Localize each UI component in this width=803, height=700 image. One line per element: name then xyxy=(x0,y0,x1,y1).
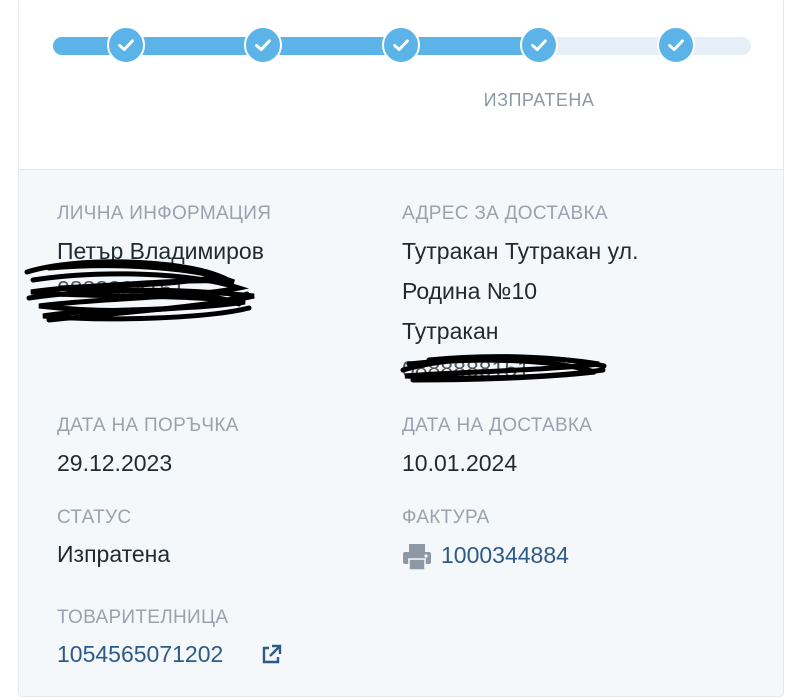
printer-icon[interactable] xyxy=(402,543,432,571)
delivery-date-value: 10.01.2024 xyxy=(402,450,518,476)
waybill-link[interactable]: 1054565071202 xyxy=(57,641,223,668)
step-4-done-icon xyxy=(520,26,558,64)
address-line-1: Тутракан Тутракан ул. xyxy=(402,238,639,264)
redaction-scribble xyxy=(400,354,607,383)
status-label: СТАТУС xyxy=(57,507,132,528)
step-5-done-icon xyxy=(657,26,695,64)
order-progress: ИЗПРАТЕНА xyxy=(19,0,783,169)
invoice-label: ФАКТУРА xyxy=(402,507,490,528)
current-step-label: ИЗПРАТЕНА xyxy=(483,90,595,110)
redaction-scribble xyxy=(24,259,255,323)
order-date-value: 29.12.2023 xyxy=(57,450,173,476)
waybill-label: ТОВАРИТЕЛНИЦА xyxy=(57,607,229,628)
order-info-panel: ЛИЧНА ИНФОРМАЦИЯ Петър Владимиров 088888… xyxy=(19,170,783,696)
order-date-label: ДАТА НА ПОРЪЧКА xyxy=(57,415,239,436)
external-link-icon[interactable] xyxy=(260,644,282,666)
invoice-link[interactable]: 1000344884 xyxy=(441,542,569,569)
personal-info-label: ЛИЧНА ИНФОРМАЦИЯ xyxy=(57,203,272,224)
step-1-done-icon xyxy=(107,26,145,64)
step-3-done-icon xyxy=(382,26,420,64)
address-line-2: Родина №10 xyxy=(402,278,538,304)
delivery-date-label: ДАТА НА ДОСТАВКА xyxy=(402,415,593,436)
order-details-card: ИЗПРАТЕНА ЛИЧНА ИНФОРМАЦИЯ Петър Владими… xyxy=(18,0,784,697)
delivery-address-label: АДРЕС ЗА ДОСТАВКА xyxy=(402,203,608,224)
step-2-done-icon xyxy=(244,26,282,64)
status-value: Изпратена xyxy=(57,541,171,567)
address-line-3: Тутракан xyxy=(402,318,499,344)
